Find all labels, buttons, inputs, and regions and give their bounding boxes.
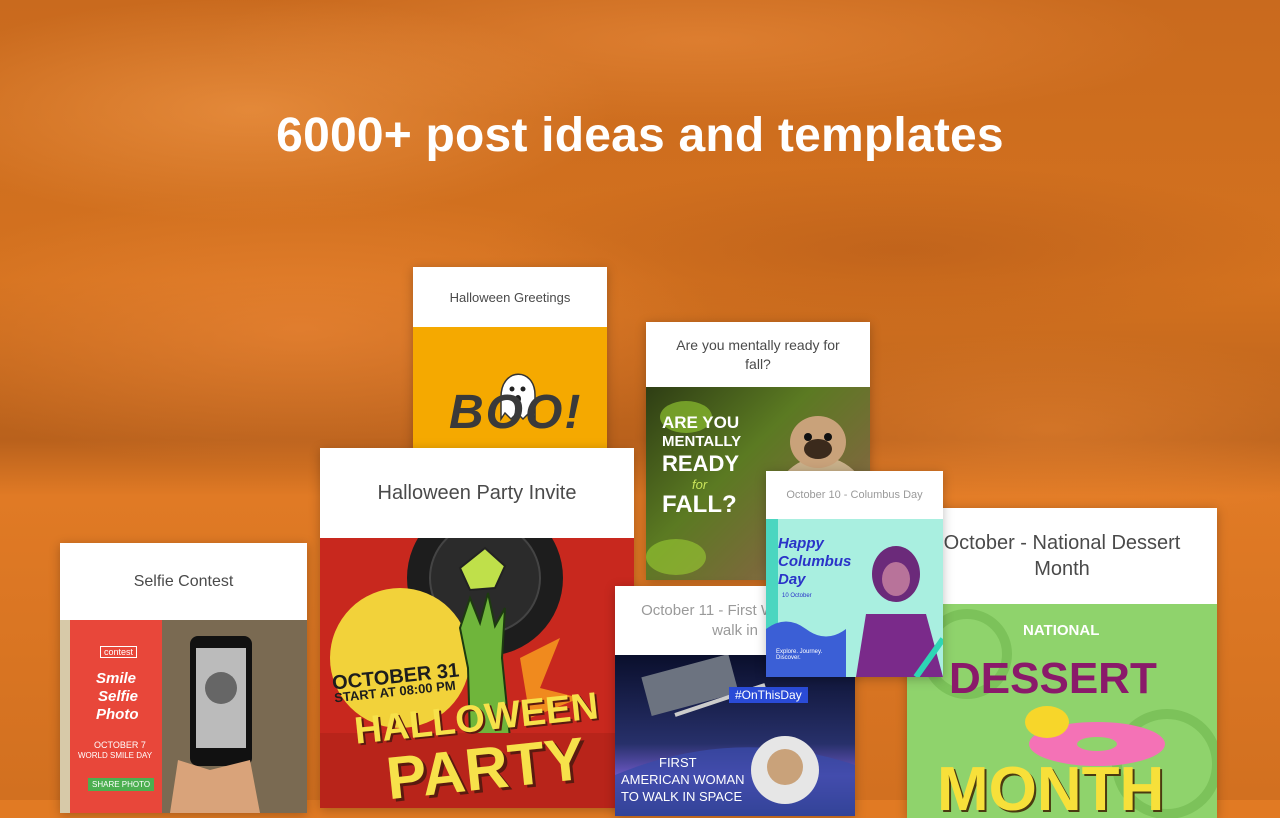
card-title: Halloween Party Invite bbox=[320, 448, 634, 538]
template-card-national-dessert-month[interactable]: October - National Dessert Month NATIONA… bbox=[907, 508, 1217, 818]
template-preview-image: #OnThisDay FIRST AMERICAN WOMAN TO WALK … bbox=[615, 655, 855, 816]
card-title: October - National Dessert Month bbox=[907, 508, 1217, 604]
dessert-line-2: DESSERT bbox=[949, 654, 1157, 703]
columbus-line-3: Day bbox=[778, 571, 806, 588]
template-preview-image: Happy Columbus Day 10 October Explore. J… bbox=[766, 519, 943, 677]
boo-text: BOO! bbox=[449, 386, 583, 439]
template-card-halloween-party-invite[interactable]: Halloween Party Invite OCTOBER 31 START … bbox=[320, 448, 634, 808]
template-preview-image: OCTOBER 31 START AT 08:00 PM HALLOWEEN P… bbox=[320, 538, 634, 808]
template-preview-image: contest Smile Selfie Photo OCTOBER 7 WOR… bbox=[60, 620, 307, 813]
fall-line-4: for bbox=[692, 477, 708, 492]
fall-line-5: FALL? bbox=[662, 491, 737, 518]
template-preview-image: NATIONAL DESSERT MONTH bbox=[907, 604, 1217, 818]
columbus-line-2: Columbus bbox=[778, 553, 852, 570]
columbus-tagline: Explore. Journey. Discover. bbox=[776, 649, 823, 661]
card-title: Halloween Greetings bbox=[413, 267, 607, 327]
phone-selfie-illustration bbox=[162, 620, 307, 813]
on-this-day-tag: #OnThisDay bbox=[729, 687, 808, 703]
card-title: October 10 - Columbus Day bbox=[766, 471, 943, 519]
fall-line-1: ARE YOU bbox=[662, 413, 740, 432]
template-card-selfie-contest[interactable]: Selfie Contest contest Smile Selfie Phot… bbox=[60, 543, 307, 813]
dessert-line-1: NATIONAL bbox=[1023, 622, 1100, 639]
woman-line-1: FIRST bbox=[659, 755, 697, 770]
fall-line-3: READY bbox=[662, 451, 740, 476]
card-title: Are you mentally ready for fall? bbox=[646, 322, 870, 387]
columbus-date: 10 October bbox=[782, 593, 812, 599]
fall-line-2: MENTALLY bbox=[662, 433, 742, 450]
card-title: Selfie Contest bbox=[60, 543, 307, 620]
columbus-line-1: Happy bbox=[778, 535, 824, 552]
template-card-halloween-greetings[interactable]: Halloween Greetings BOO! bbox=[413, 267, 607, 452]
template-card-columbus-day[interactable]: October 10 - Columbus Day Happy Columbus… bbox=[766, 471, 943, 677]
woman-line-3: TO WALK IN SPACE bbox=[621, 789, 743, 804]
template-preview-image: BOO! bbox=[413, 327, 607, 452]
headline: 6000+ post ideas and templates bbox=[276, 109, 1004, 162]
woman-line-2: AMERICAN WOMAN bbox=[621, 772, 745, 787]
dessert-line-3: MONTH bbox=[937, 755, 1165, 818]
